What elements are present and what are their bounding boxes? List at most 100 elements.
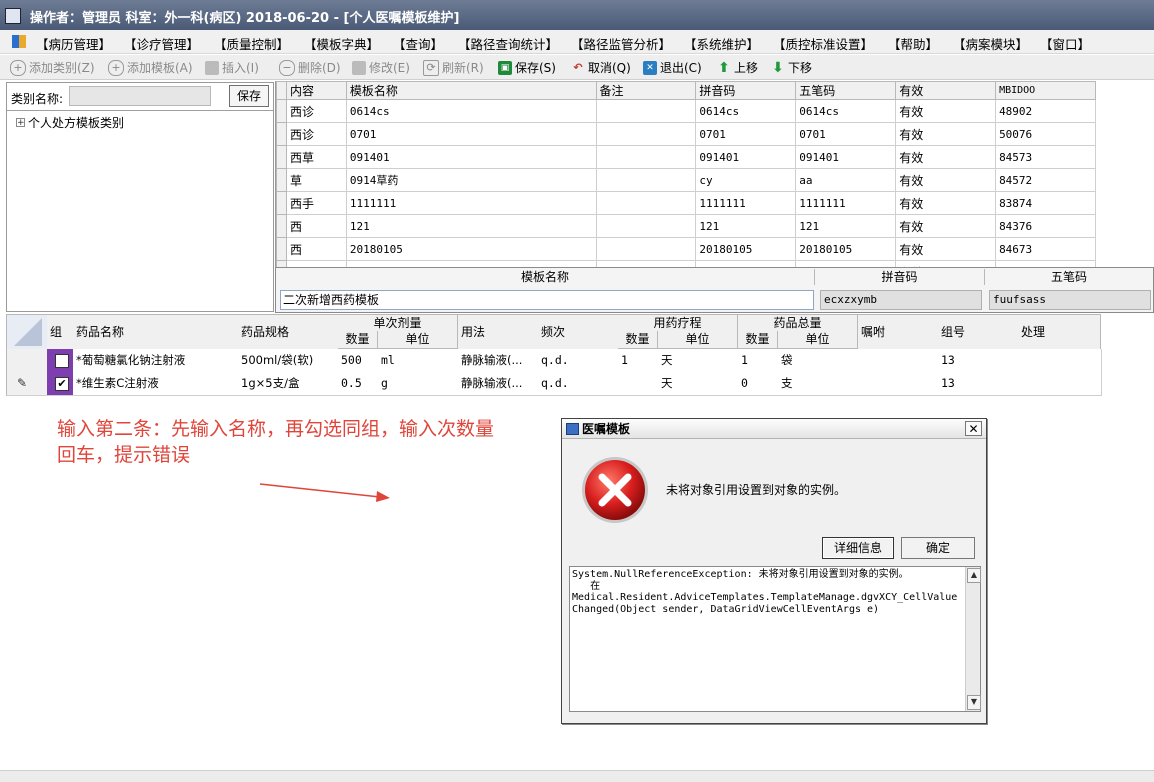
cell-dose-unit[interactable]: ml — [378, 349, 462, 373]
scroll-up-icon[interactable]: ▲ — [967, 568, 981, 583]
scroll-down-icon[interactable]: ▼ — [967, 695, 981, 710]
menu-system-maintenance[interactable]: 【系统维护】 — [684, 34, 759, 53]
cell-course-unit[interactable]: 天 — [658, 372, 742, 396]
row-header[interactable] — [276, 191, 287, 215]
cell-total-qty[interactable]: 1 — [738, 349, 782, 373]
menu-path-supervision[interactable]: 【路径监管分析】 — [571, 34, 671, 53]
table-row[interactable]: 西 121 121 121 有效 84376 — [276, 214, 1096, 238]
column-header-total-qty[interactable]: 数量 — [738, 331, 778, 349]
insert-button[interactable]: 插入(I) — [205, 58, 259, 77]
cell-dose-qty[interactable]: 0.5 — [338, 372, 382, 396]
cell-advice[interactable] — [858, 349, 942, 373]
exit-button[interactable]: ✕ 退出(C) — [643, 58, 702, 77]
tree-node-personal-prescription[interactable]: 个人处方模板类别 — [28, 114, 124, 131]
move-up-button[interactable]: ⬆ 上移 — [717, 58, 758, 77]
menu-qc-standard[interactable]: 【质控标准设置】 — [773, 34, 873, 53]
cell-advice[interactable] — [858, 372, 942, 396]
category-name-input[interactable] — [69, 86, 211, 106]
cell-course-qty[interactable]: 1 — [618, 349, 662, 373]
move-down-button[interactable]: ⬇ 下移 — [771, 58, 812, 77]
group-checkbox[interactable]: ✔ — [55, 377, 69, 391]
cell-total-unit[interactable]: 支 — [778, 372, 862, 396]
cell-frequency[interactable]: q.d. — [538, 349, 622, 373]
cell-usage[interactable]: 静脉输液(... — [458, 349, 542, 373]
details-button[interactable]: 详细信息 — [822, 537, 894, 559]
column-header-remark[interactable]: 备注 — [595, 81, 697, 100]
plus-icon[interactable]: + — [16, 118, 25, 128]
pinyin-input[interactable]: ecxzxymb — [820, 290, 982, 310]
table-row[interactable]: 西草 091401 091401 091401 有效 84573 — [276, 145, 1096, 169]
cell-drug-name[interactable]: *葡萄糖氯化钠注射液 — [73, 349, 242, 373]
menu-diagnosis-treatment[interactable]: 【诊疗管理】 — [124, 34, 199, 53]
column-header-wubi[interactable]: 五笔码 — [795, 81, 897, 100]
column-header-usage[interactable]: 用法 — [458, 314, 541, 350]
group-checkbox[interactable] — [55, 354, 69, 368]
add-template-button[interactable]: + 添加模板(A) — [108, 58, 193, 77]
menu-template-dictionary[interactable]: 【模板字典】 — [304, 34, 379, 53]
delete-button[interactable]: − 删除(D) — [279, 58, 341, 77]
cell-drug-name[interactable]: *维生素C注射液 — [73, 372, 242, 396]
exception-details-textarea[interactable]: System.NullReferenceException: 未将对象引用设置到… — [569, 566, 981, 712]
cancel-button[interactable]: ↶ 取消(Q) — [571, 58, 630, 77]
cell-dose-unit[interactable]: g — [378, 372, 462, 396]
refresh-button[interactable]: ⟳ 刷新(R) — [423, 58, 484, 77]
column-header-drug-name[interactable]: 药品名称 — [73, 314, 241, 350]
menu-quality-control[interactable]: 【质量控制】 — [214, 34, 289, 53]
cell-group-no[interactable]: 13 — [938, 349, 1022, 373]
column-header-advice[interactable]: 嘱咐 — [858, 314, 941, 350]
menu-window[interactable]: 【窗口】 — [1040, 34, 1090, 53]
column-header-valid[interactable]: 有效 — [895, 81, 997, 100]
column-header-spec[interactable]: 药品规格 — [238, 314, 341, 350]
cell-usage[interactable]: 静脉输液(... — [458, 372, 542, 396]
ok-button[interactable]: 确定 — [901, 537, 975, 559]
vertical-scrollbar[interactable]: ▲ ▼ — [965, 567, 981, 711]
column-header-pinyin[interactable]: 拼音码 — [695, 81, 797, 100]
cell-group-no[interactable]: 13 — [938, 372, 1022, 396]
column-header-course-qty[interactable]: 数量 — [618, 331, 658, 349]
column-header-group[interactable]: 组 — [47, 314, 76, 350]
row-header[interactable] — [276, 237, 287, 261]
row-header[interactable] — [276, 99, 287, 123]
table-row[interactable]: 草 0914草药 cy aa 有效 84572 — [276, 168, 1096, 192]
column-header-handle[interactable]: 处理 — [1018, 314, 1101, 350]
table-row[interactable]: 西诊 0614cs 0614cs 0614cs 有效 48902 — [276, 99, 1096, 123]
row-header[interactable] — [276, 145, 287, 169]
cell-total-qty[interactable]: 0 — [738, 372, 782, 396]
column-header-course-unit[interactable]: 单位 — [658, 331, 738, 349]
cell-spec[interactable]: 1g×5支/盒 — [238, 372, 342, 396]
table-row[interactable]: 西手 1111111 1111111 1111111 有效 83874 — [276, 191, 1096, 215]
column-header-template-name[interactable]: 模板名称 — [345, 81, 597, 100]
wubi-input[interactable]: fuufsass — [989, 290, 1151, 310]
save-button[interactable]: ▣ 保存(S) — [498, 58, 556, 77]
row-header[interactable]: ✎ — [6, 372, 52, 396]
table-row[interactable]: 西诊 0701 0701 0701 有效 50076 — [276, 122, 1096, 146]
cell-course-unit[interactable]: 天 — [658, 349, 742, 373]
cell-handle[interactable] — [1018, 372, 1102, 396]
column-header-content[interactable]: 内容 — [285, 81, 347, 100]
column-header-frequency[interactable]: 频次 — [538, 314, 621, 350]
menu-path-query-stats[interactable]: 【路径查询统计】 — [458, 34, 558, 53]
column-header-mbid[interactable]: MBIDOO — [995, 81, 1096, 100]
row-header[interactable] — [6, 349, 52, 373]
modify-button[interactable]: 修改(E) — [352, 58, 410, 77]
cell-total-unit[interactable]: 袋 — [778, 349, 862, 373]
menu-case-module[interactable]: 【病案模块】 — [953, 34, 1028, 53]
column-header-total-unit[interactable]: 单位 — [778, 331, 858, 349]
template-name-input[interactable]: 二次新增西药模板 — [280, 290, 814, 310]
row-header[interactable] — [276, 168, 287, 192]
category-save-button[interactable]: 保存 — [229, 85, 269, 107]
cell-dose-qty[interactable]: 500 — [338, 349, 382, 373]
cell-handle[interactable] — [1018, 349, 1102, 373]
column-header-dose-unit[interactable]: 单位 — [378, 331, 458, 349]
add-category-button[interactable]: + 添加类别(Z) — [10, 58, 95, 77]
cell-course-qty[interactable] — [618, 372, 662, 396]
cell-frequency[interactable]: q.d. — [538, 372, 622, 396]
row-header[interactable] — [276, 122, 287, 146]
menu-medical-record[interactable]: 【病历管理】 — [36, 34, 111, 53]
column-header-dose-qty[interactable]: 数量 — [338, 331, 378, 349]
close-icon[interactable]: ✕ — [965, 421, 982, 436]
menu-help[interactable]: 【帮助】 — [888, 34, 938, 53]
column-header-group-no[interactable]: 组号 — [938, 314, 1021, 350]
table-row[interactable]: 西 20180105 20180105 20180105 有效 84673 — [276, 237, 1096, 261]
menu-query[interactable]: 【查询】 — [393, 34, 443, 53]
